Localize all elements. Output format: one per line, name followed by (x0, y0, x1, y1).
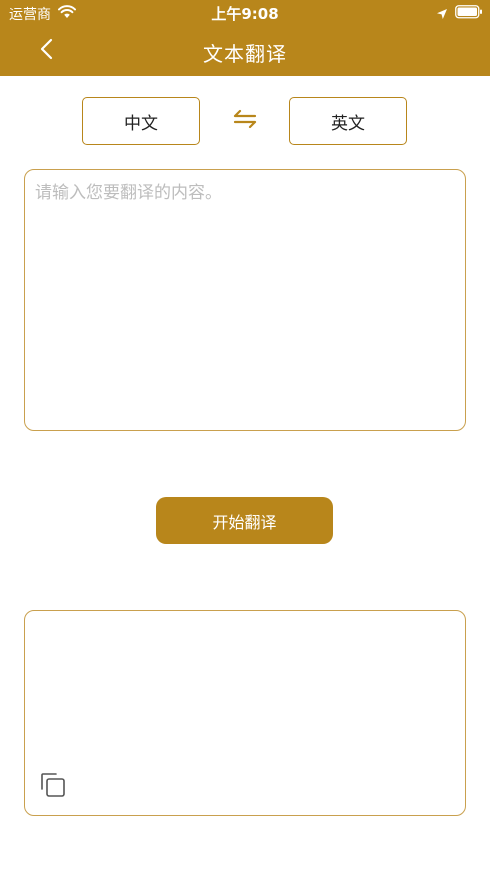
location-arrow-icon (436, 6, 448, 24)
target-language-button[interactable]: 英文 (289, 97, 407, 145)
start-translate-button[interactable]: 开始翻译 (156, 497, 333, 544)
battery-icon (455, 5, 483, 23)
copy-button[interactable] (39, 771, 69, 801)
source-text-input[interactable] (24, 169, 466, 431)
swap-arrows-icon (232, 108, 258, 134)
status-time: 上午9:08 (211, 5, 279, 23)
swap-languages-button[interactable] (229, 106, 261, 136)
translation-output (24, 610, 466, 816)
source-language-button[interactable]: 中文 (82, 97, 200, 145)
copy-icon (39, 773, 67, 803)
app-header: 运营商 上午9:08 文本翻译 (0, 0, 490, 76)
status-bar: 运营商 上午9:08 (0, 0, 490, 26)
page-title: 文本翻译 (203, 42, 287, 66)
